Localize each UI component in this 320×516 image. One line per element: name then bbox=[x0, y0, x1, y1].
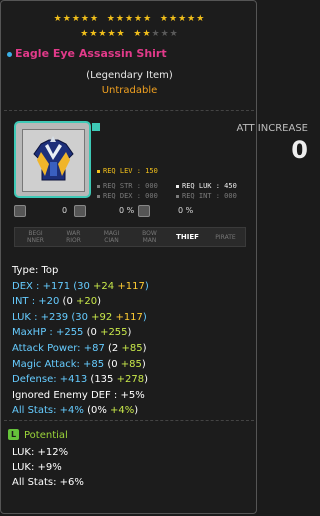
job-bowman: BOW MAN bbox=[142, 230, 157, 244]
job-magician: MAGI CIAN bbox=[103, 230, 120, 244]
star-icon: ★ bbox=[134, 14, 144, 24]
ied-icon bbox=[74, 205, 86, 217]
stat-line: INT : +20 (0 +20) bbox=[12, 296, 102, 308]
stat-line: Ignored Enemy DEF : +5% bbox=[12, 389, 145, 401]
potential-line-1: LUK: +12% bbox=[12, 447, 69, 458]
star-icon: ★ bbox=[80, 29, 90, 39]
star-icon: ★ bbox=[169, 14, 179, 24]
star-icon: ★ bbox=[142, 29, 152, 39]
divider bbox=[4, 420, 254, 421]
req-luk: REQ LUK : 450 bbox=[176, 182, 237, 190]
item-icon-frame bbox=[14, 121, 91, 198]
boss-damage-icon bbox=[14, 205, 26, 217]
item-name-row: Eagle Eye Assassin Shirt bbox=[7, 47, 167, 60]
stat-line: DEX : +171 (30 +24 +117) bbox=[12, 280, 149, 292]
flag-value-2: 0 % bbox=[119, 206, 135, 215]
potential-line-3: All Stats: +6% bbox=[12, 477, 84, 488]
stat-line: Type: Top bbox=[12, 265, 59, 276]
req-int: REQ INT : 000 bbox=[176, 192, 237, 200]
star-icon: ★ bbox=[116, 29, 126, 39]
shield-icon bbox=[138, 205, 150, 217]
stat-line: LUK : +239 (30 +92 +117) bbox=[12, 311, 147, 323]
shirt-icon bbox=[33, 136, 74, 181]
star-icon: ★ bbox=[115, 14, 125, 24]
legendary-grade-icon bbox=[92, 123, 100, 131]
star-icon: ★ bbox=[89, 14, 100, 24]
star-icon: ★ bbox=[160, 29, 170, 39]
star-icon: ★ bbox=[196, 14, 206, 24]
stat-line: Attack Power: +87 (2 +85) bbox=[12, 343, 147, 354]
flag-value-3: 0 % bbox=[178, 206, 194, 215]
star-icon: ★ bbox=[124, 14, 135, 24]
stat-line: MaxHP : +255 (0 +255) bbox=[12, 327, 132, 339]
divider bbox=[4, 110, 254, 111]
star-icon: ★ bbox=[143, 14, 153, 24]
star-icon: ★ bbox=[159, 14, 169, 24]
job-requirement-bar: BEGI NNER WAR RIOR MAGI CIAN BOW MAN THIEF PI… bbox=[14, 227, 246, 247]
potential-line-2: LUK: +9% bbox=[12, 462, 62, 473]
job-beginner: BEGI NNER bbox=[27, 230, 44, 244]
star-icon: ★ bbox=[62, 14, 72, 24]
stat-line: All Stats: +4% (0% +4%) bbox=[12, 405, 139, 417]
star-force-row-2: ★★★★★ ★★★★★ bbox=[0, 29, 259, 39]
stat-line: Magic Attack: +85 (0 +85) bbox=[12, 358, 146, 370]
star-icon: ★ bbox=[151, 29, 161, 39]
item-image bbox=[22, 129, 85, 192]
star-force-row-1: ★★★★★ ★★★★★ ★★★★★ bbox=[0, 14, 259, 24]
att-increase-value: 0 bbox=[291, 136, 308, 164]
job-pirate: PIRATE bbox=[215, 233, 236, 241]
blue-dot-icon bbox=[7, 51, 12, 57]
flag-value-1: 0 bbox=[62, 206, 68, 215]
item-grade: (Legendary Item) bbox=[86, 70, 173, 81]
req-str: REQ STR : 000 bbox=[97, 182, 158, 190]
job-warrior: WAR RIOR bbox=[66, 230, 81, 244]
potential-title: Potential bbox=[24, 430, 68, 441]
star-icon: ★ bbox=[80, 14, 90, 24]
potential-icon: L bbox=[8, 429, 19, 440]
star-icon: ★ bbox=[187, 14, 197, 24]
att-increase-label: ATT INCREASE bbox=[236, 123, 308, 134]
star-icon: ★ bbox=[71, 14, 81, 24]
req-level: REQ LEV : 150 bbox=[97, 167, 158, 175]
stat-line: Defense: +413 (135 +278) bbox=[12, 374, 148, 386]
item-flags-row: 0 0 % 0 % bbox=[14, 205, 250, 219]
star-icon: ★ bbox=[107, 29, 117, 39]
star-icon: ★ bbox=[106, 14, 116, 24]
item-name: Eagle Eye Assassin Shirt bbox=[15, 47, 167, 60]
star-icon: ★ bbox=[53, 14, 63, 24]
star-icon: ★ bbox=[178, 14, 188, 24]
req-dex: REQ DEX : 000 bbox=[97, 192, 158, 200]
job-thief: THIEF bbox=[176, 232, 199, 241]
trade-status: Untradable bbox=[101, 85, 158, 96]
star-icon: ★ bbox=[169, 29, 179, 39]
